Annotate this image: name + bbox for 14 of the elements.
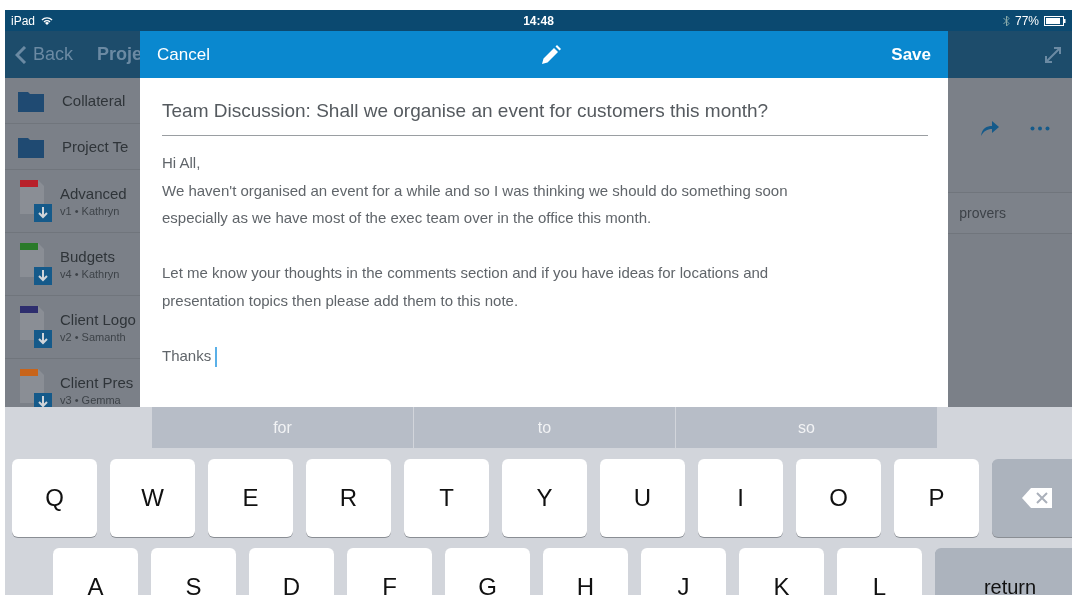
file-meta: v1 • Kathryn bbox=[60, 205, 121, 217]
folder-name: Collateral bbox=[62, 92, 126, 109]
file-meta: v4 • Kathryn bbox=[60, 268, 120, 280]
battery-percent: 77% bbox=[1014, 13, 1039, 28]
folder-name: Project Te bbox=[62, 138, 129, 155]
file-name: Advanced bbox=[60, 185, 127, 202]
file-meta: v2 • Samanth bbox=[60, 331, 127, 343]
file-meta: v3 • Gemma bbox=[60, 394, 122, 406]
carrier-label: iPad bbox=[11, 13, 36, 28]
file-name: Client Logo bbox=[60, 311, 136, 328]
file-name: Client Pres bbox=[60, 374, 134, 391]
file-name: Budgets bbox=[60, 248, 117, 265]
nav-title: Proje bbox=[97, 44, 143, 65]
clock-time: 14:48 bbox=[523, 13, 554, 28]
